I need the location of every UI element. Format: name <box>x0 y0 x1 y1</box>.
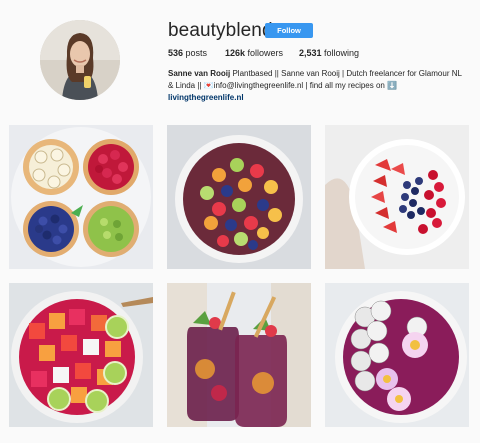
bio-text-1: Plantbased || Sanne van Rooij | Dutch fr… <box>232 69 462 78</box>
post-tile-3[interactable] <box>325 125 469 269</box>
follow-button[interactable]: Follow <box>265 23 313 38</box>
bio-line-1: Sanne van Rooij Plantbased || Sanne van … <box>168 68 468 80</box>
post-image-fruit-salad <box>167 125 311 269</box>
post-image-sangria-jars <box>167 283 311 427</box>
website-link[interactable]: livingthegreenlife.nl <box>168 92 468 104</box>
posts-label: posts <box>185 48 208 58</box>
profile-photo <box>40 20 120 100</box>
post-image-watermelon-bowl <box>9 283 153 427</box>
post-tile-4[interactable] <box>9 283 153 427</box>
following-count: 2,531 <box>299 48 322 58</box>
following-stat[interactable]: 2,531 following <box>299 48 359 58</box>
post-tile-1[interactable] <box>9 125 153 269</box>
followers-count: 126k <box>225 48 246 58</box>
posts-stat: 536 posts <box>168 48 207 58</box>
profile-bio: Sanne van Rooij Plantbased || Sanne van … <box>168 68 468 104</box>
posts-count: 536 <box>168 48 184 58</box>
avatar[interactable] <box>40 20 120 100</box>
bio-text-2: & Linda || 💌info@livingthegreenlife.nl |… <box>168 81 398 90</box>
post-image-bagels <box>9 125 153 269</box>
post-tile-5[interactable] <box>167 283 311 427</box>
post-tile-2[interactable] <box>167 125 311 269</box>
post-image-smoothie-bowl <box>325 283 469 427</box>
full-name: Sanne van Rooij <box>168 69 231 78</box>
post-image-berry-bowl <box>325 125 469 269</box>
following-label: following <box>324 48 360 58</box>
followers-stat[interactable]: 126k followers <box>225 48 283 58</box>
followers-label: followers <box>247 48 284 58</box>
post-tile-6[interactable] <box>325 283 469 427</box>
